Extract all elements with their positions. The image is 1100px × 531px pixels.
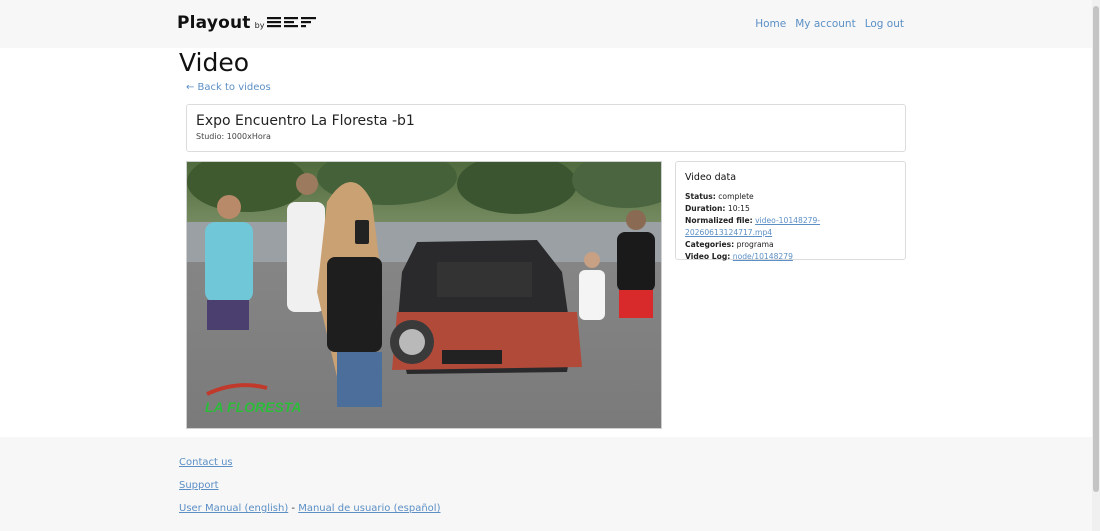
company-logo-icon — [267, 17, 317, 28]
video-data-list: Status: complete Duration: 10:15 Normali… — [685, 191, 905, 263]
studio-text: Studio: 1000xHora — [196, 132, 271, 141]
back-to-videos-link[interactable]: ← Back to videos — [186, 82, 271, 93]
duration-row: Duration: 10:15 — [685, 203, 905, 215]
video-title-card: Expo Encuentro La Floresta -b1 Studio: 1… — [186, 104, 906, 152]
video-data-heading: Video data — [685, 172, 737, 183]
nav-home-link[interactable]: Home — [755, 18, 786, 30]
manuals-row: User Manual (english) - Manual de usuari… — [179, 503, 440, 514]
video-log-row: Video Log: node/10148279 — [685, 251, 905, 263]
duration-label: Duration: — [685, 204, 726, 213]
status-label: Status: — [685, 192, 716, 201]
video-data-card: Video data Status: complete Duration: 10… — [675, 161, 906, 263]
video-frame-image: LA FLORESTA — [187, 162, 661, 428]
status-value: complete — [718, 192, 754, 201]
video-title: Expo Encuentro La Floresta -b1 — [196, 113, 415, 129]
contact-us-link[interactable]: Contact us — [179, 457, 233, 468]
normalized-file-row: Normalized file: video-10148279-20260613… — [685, 215, 905, 239]
page-scrollbar[interactable] — [1092, 0, 1100, 531]
video-thumbnail[interactable]: LA FLORESTA — [186, 161, 662, 429]
manuals-separator: - — [288, 503, 299, 514]
categories-value: programa — [736, 240, 774, 249]
normalized-file-label: Normalized file: — [685, 216, 753, 225]
user-manual-english-link[interactable]: User Manual (english) — [179, 503, 288, 514]
page-footer: Contact us Support User Manual (english)… — [0, 437, 1092, 531]
brand-logo-link[interactable]: Playout by — [177, 13, 317, 33]
brand-by-text: by — [254, 21, 265, 30]
nav-my-account-link[interactable]: My account — [795, 18, 855, 30]
scrollbar-thumb[interactable] — [1093, 6, 1099, 492]
status-row: Status: complete — [685, 191, 905, 203]
main-nav: Home My account Log out — [755, 18, 904, 30]
top-navbar: Playout by Home My account Log out — [0, 0, 1092, 48]
nav-log-out-link[interactable]: Log out — [865, 18, 904, 30]
duration-value: 10:15 — [727, 204, 750, 213]
user-manual-spanish-link[interactable]: Manual de usuario (español) — [298, 503, 440, 514]
categories-label: Categories: — [685, 240, 735, 249]
page-title: Video — [179, 48, 250, 77]
categories-row: Categories: programa — [685, 239, 905, 251]
brand-name: Playout — [177, 13, 251, 33]
video-log-link[interactable]: node/10148279 — [733, 252, 793, 261]
support-link[interactable]: Support — [179, 480, 219, 491]
thumbnail-watermark: LA FLORESTA — [205, 399, 301, 415]
video-log-label: Video Log: — [685, 252, 731, 261]
